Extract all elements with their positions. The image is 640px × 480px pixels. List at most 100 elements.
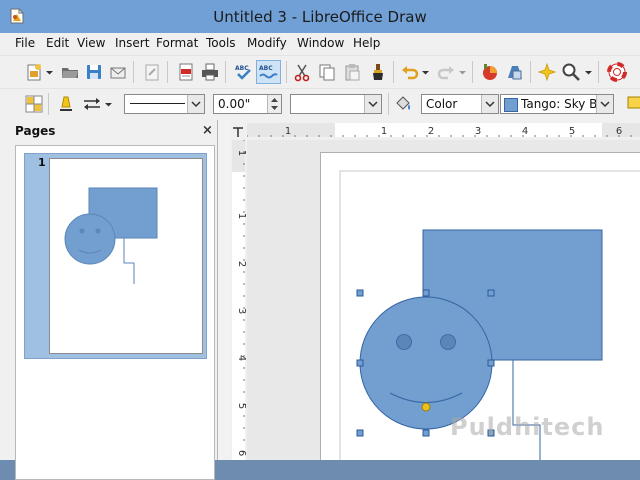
autospellcheck-toggle[interactable]: ABC <box>256 60 281 84</box>
selection-handle[interactable] <box>422 289 430 297</box>
pages-panel-title: Pages <box>15 124 56 138</box>
selection-handle[interactable] <box>356 429 364 437</box>
close-icon[interactable]: × <box>202 123 213 138</box>
menu-window[interactable]: Window <box>297 36 344 50</box>
horizontal-ruler-scale: 1 1 2 3 4 5 6 <box>246 123 640 137</box>
spin-up-icon[interactable] <box>270 96 279 103</box>
autospellcheck-icon: ABC <box>259 65 278 79</box>
page-thumbnail[interactable] <box>49 158 203 354</box>
app-window: Untitled 3 - LibreOffice Draw File Edit … <box>0 0 640 480</box>
line-style-dropdown-button[interactable] <box>187 95 204 113</box>
ruler-label: 2 <box>236 261 247 267</box>
toolbar-separator <box>388 93 389 115</box>
menu-bar: File Edit View Insert Format Tools Modif… <box>0 33 640 55</box>
menu-edit[interactable]: Edit <box>46 36 69 50</box>
page-thumbnail-selected[interactable]: 1 <box>24 153 207 359</box>
redo-icon[interactable] <box>436 62 456 82</box>
chevron-down-icon[interactable] <box>458 62 467 82</box>
chevron-down-icon <box>368 101 378 108</box>
chevron-down-icon[interactable] <box>104 94 113 114</box>
toolbar-separator <box>48 93 49 115</box>
selection-handle[interactable] <box>422 429 430 437</box>
gluepoints-star-icon[interactable] <box>537 62 557 82</box>
selection-handle[interactable] <box>356 359 364 367</box>
ruler-label: 3 <box>475 126 481 137</box>
fill-color-swatch <box>504 98 518 112</box>
menu-format[interactable]: Format <box>156 36 198 50</box>
connector-line[interactable] <box>512 360 541 460</box>
cut-icon[interactable] <box>292 62 312 82</box>
line-fill-toolbar: 0.00" Color Tango: Sky Blu <box>0 88 640 122</box>
paste-icon[interactable] <box>342 62 362 82</box>
pages-list: 1 <box>15 145 215 480</box>
new-document-icon[interactable] <box>24 62 44 82</box>
fill-color-dropdown[interactable]: Tango: Sky Blu <box>500 94 614 114</box>
toolbar-separator <box>225 61 226 83</box>
insert-image-icon[interactable] <box>505 62 525 82</box>
fill-color-dropdown-button[interactable] <box>596 95 613 113</box>
line-color-dropdown-button[interactable] <box>364 95 381 113</box>
open-folder-icon[interactable] <box>60 62 80 82</box>
spin-down-icon[interactable] <box>270 105 279 112</box>
area-fill-bucket-icon[interactable] <box>393 94 413 114</box>
standard-toolbar: ABC ABC <box>0 55 640 89</box>
ruler-corner[interactable] <box>230 120 247 140</box>
zoom-icon[interactable] <box>561 62 581 82</box>
menu-help[interactable]: Help <box>353 36 380 50</box>
edit-file-icon[interactable] <box>142 62 162 82</box>
menu-insert[interactable]: Insert <box>115 36 149 50</box>
ruler-label: 2 <box>428 126 434 137</box>
line-style-icon[interactable] <box>56 94 76 114</box>
ruler-label: 4 <box>522 126 528 137</box>
copy-icon[interactable] <box>317 62 337 82</box>
vertical-ruler[interactable]: 1 1 2 3 4 5 6 <box>230 139 247 460</box>
selection-handle[interactable] <box>487 289 495 297</box>
drawing-shapes <box>339 170 640 460</box>
grid-display-icon[interactable] <box>24 94 44 114</box>
ruler-label: 1 <box>236 150 247 156</box>
svg-text:ABC: ABC <box>235 65 249 72</box>
title-bar: Untitled 3 - LibreOffice Draw <box>0 0 640 33</box>
email-icon[interactable] <box>108 62 128 82</box>
chevron-down-icon[interactable] <box>45 62 54 82</box>
export-pdf-icon[interactable] <box>176 62 196 82</box>
spin-buttons[interactable] <box>267 95 281 113</box>
help-lifebuoy-icon[interactable] <box>607 62 627 82</box>
undo-icon[interactable] <box>400 62 420 82</box>
clone-formatting-icon[interactable] <box>368 62 388 82</box>
area-style-value: Color <box>426 97 458 111</box>
menu-tools[interactable]: Tools <box>206 36 236 50</box>
toolbar-separator <box>133 61 134 83</box>
shadow-icon[interactable] <box>626 94 640 114</box>
selection-handle[interactable] <box>356 289 364 297</box>
print-icon[interactable] <box>200 62 220 82</box>
selection-handle[interactable] <box>487 359 495 367</box>
area-style-dropdown[interactable]: Color <box>421 94 499 114</box>
chevron-down-icon[interactable] <box>421 62 430 82</box>
window-title: Untitled 3 - LibreOffice Draw <box>213 8 427 26</box>
panel-splitter[interactable] <box>218 120 230 460</box>
chart-icon[interactable] <box>480 62 500 82</box>
svg-text:ABC: ABC <box>259 65 273 72</box>
line-width-spinbox[interactable]: 0.00" <box>213 94 282 114</box>
tab-stop-icon <box>233 127 243 137</box>
ruler-label: 4 <box>236 355 247 361</box>
shape-control-point[interactable] <box>421 402 431 412</box>
pages-panel: Pages × 1 <box>0 120 218 480</box>
arrow-style-icon[interactable] <box>82 94 102 114</box>
horizontal-ruler[interactable]: 1 1 2 3 4 5 6 <box>246 120 640 140</box>
drawing-canvas[interactable]: Puldhitech <box>247 140 640 460</box>
line-color-dropdown[interactable] <box>290 94 382 114</box>
ruler-label: 1 <box>285 126 291 137</box>
menu-file[interactable]: File <box>15 36 35 50</box>
menu-modify[interactable]: Modify <box>247 36 287 50</box>
chevron-down-icon[interactable] <box>584 62 593 82</box>
menu-view[interactable]: View <box>77 36 105 50</box>
page-number: 1 <box>38 156 46 169</box>
line-style-preview <box>130 103 185 104</box>
area-style-dropdown-button[interactable] <box>481 95 498 113</box>
smiley-left-eye <box>396 334 412 350</box>
spellcheck-icon[interactable]: ABC <box>234 62 254 82</box>
line-style-dropdown[interactable] <box>124 94 205 114</box>
save-icon[interactable] <box>84 62 104 82</box>
